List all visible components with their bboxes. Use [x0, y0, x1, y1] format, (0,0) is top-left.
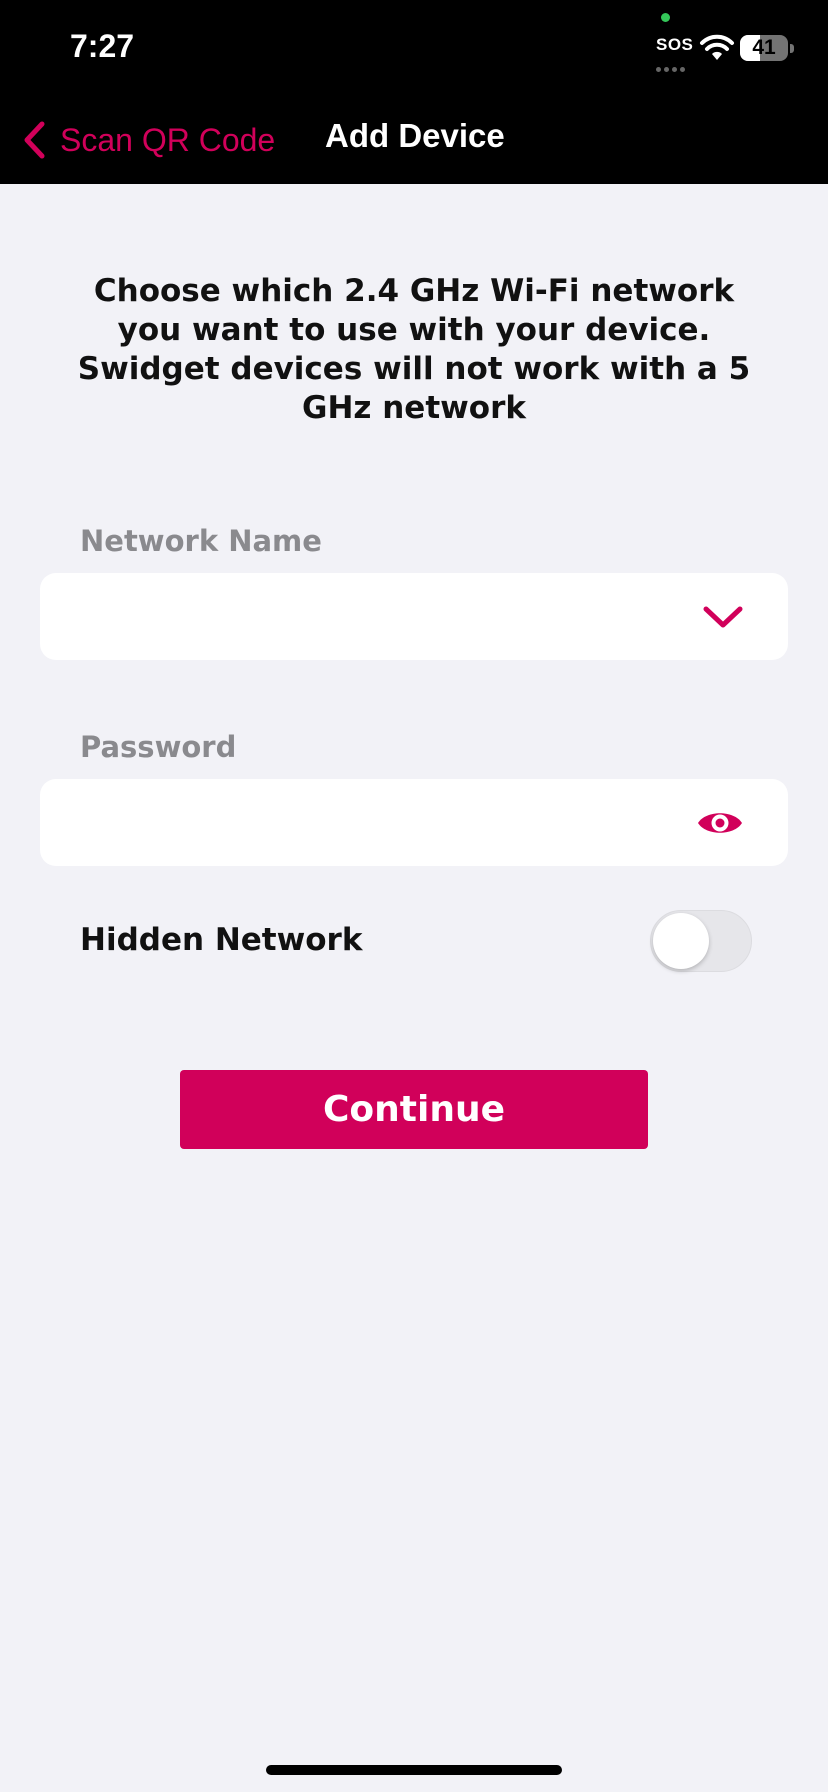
sos-indicator: SOS	[656, 35, 694, 54]
home-indicator[interactable]	[266, 1765, 562, 1775]
top-bar: 7:27 SOS 41 Scan QR Code Add Device	[0, 0, 828, 184]
network-name-label: Network Name	[80, 524, 322, 558]
camera-indicator-dot	[661, 13, 670, 22]
network-name-field[interactable]	[40, 573, 788, 662]
password-input[interactable]	[64, 779, 688, 868]
signal-dots-icon	[656, 57, 688, 76]
chevron-down-icon[interactable]	[702, 603, 744, 631]
wifi-icon	[700, 34, 734, 60]
eye-icon[interactable]	[696, 807, 744, 839]
back-button-label: Scan QR Code	[60, 121, 276, 158]
battery-icon: 41	[740, 35, 788, 61]
hidden-network-label: Hidden Network	[80, 922, 363, 958]
password-label: Password	[80, 730, 237, 764]
toggle-knob	[653, 913, 709, 969]
status-time: 7:27	[70, 28, 135, 64]
hidden-network-toggle[interactable]	[650, 910, 752, 972]
back-button[interactable]: Scan QR Code	[22, 114, 275, 166]
page-title: Add Device	[325, 117, 505, 154]
battery-tip	[790, 44, 794, 53]
instructions-text: Choose which 2.4 GHz Wi-Fi network you w…	[77, 273, 751, 426]
network-name-input[interactable]	[64, 573, 688, 662]
battery-level: 41	[752, 36, 776, 59]
chevron-left-icon	[24, 121, 45, 159]
continue-button[interactable]: Continue	[180, 1070, 648, 1149]
password-field[interactable]	[40, 779, 788, 868]
